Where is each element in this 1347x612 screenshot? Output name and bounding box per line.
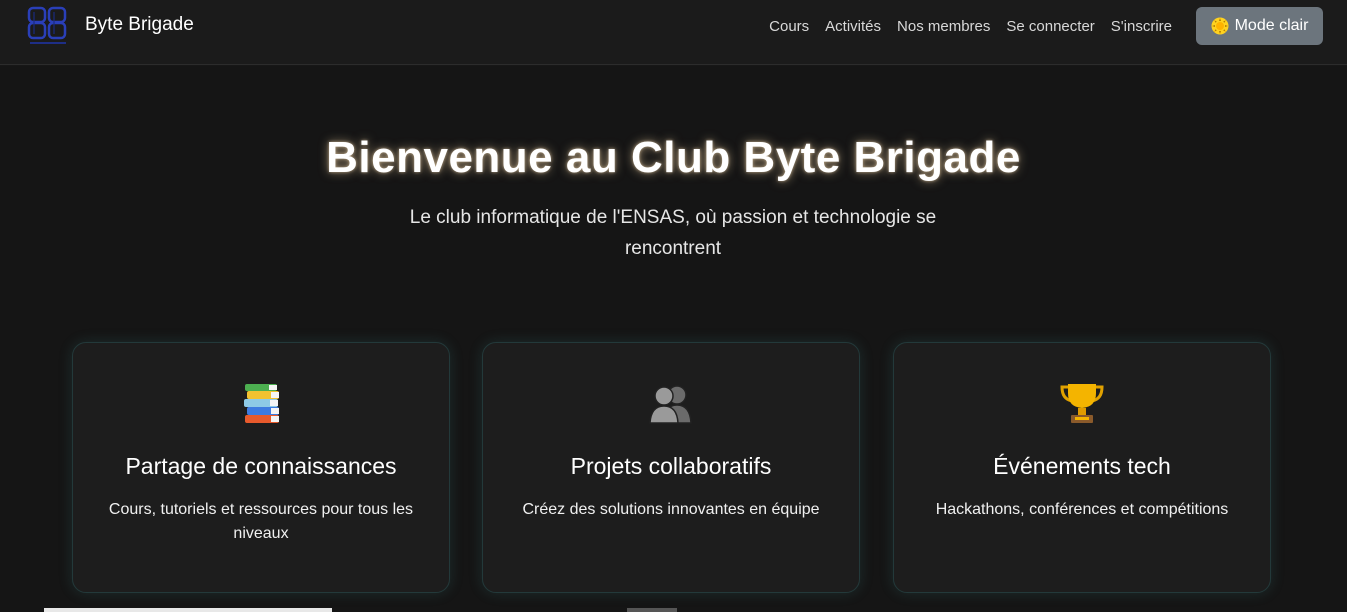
nav-link-login[interactable]: Se connecter: [1006, 18, 1094, 35]
feature-title: Événements tech: [993, 453, 1171, 479]
sun-icon: [1211, 17, 1229, 35]
brand-name: Byte Brigade: [85, 13, 194, 35]
horizontal-scrollbar-thumb[interactable]: [44, 608, 332, 612]
trophy-icon: [1060, 384, 1104, 423]
mode-toggle-label: Mode clair: [1234, 17, 1309, 34]
navbar: Byte Brigade Cours Activités Nos membres…: [0, 0, 1347, 65]
feature-card-knowledge: Partage de connaissances Cours, tutoriel…: [72, 342, 450, 593]
logo: [27, 6, 67, 44]
feature-text: Cours, tutoriels et ressources pour tous…: [108, 501, 414, 542]
hero-subtitle: Le club informatique de l'ENSAS, où pass…: [409, 207, 937, 259]
feature-title: Partage de connaissances: [125, 453, 397, 479]
feature-card-projects: Projets collaboratifs Créez des solution…: [482, 342, 860, 593]
feature-text: Créez des solutions innovantes en équipe: [522, 501, 820, 518]
feature-text: Hackathons, conférences et compétitions: [935, 501, 1229, 518]
brand[interactable]: Byte Brigade: [27, 6, 194, 48]
nav-link-activites[interactable]: Activités: [825, 18, 881, 35]
feature-title: Projets collaboratifs: [570, 453, 772, 479]
nav-link-membres[interactable]: Nos membres: [897, 18, 990, 35]
mode-toggle-button[interactable]: Mode clair: [1196, 7, 1323, 45]
nav-link-cours[interactable]: Cours: [769, 18, 809, 35]
nav-link-signup[interactable]: S'inscrire: [1111, 18, 1172, 35]
feature-card-events: Événements tech Hackathons, conférences …: [893, 342, 1271, 593]
nav-links: Cours Activités Nos membres Se connecter…: [769, 18, 1172, 35]
people-icon: [649, 385, 692, 424]
hero-title: Bienvenue au Club Byte Brigade: [326, 133, 1021, 182]
books-icon: [244, 384, 279, 423]
divider: [627, 608, 677, 612]
